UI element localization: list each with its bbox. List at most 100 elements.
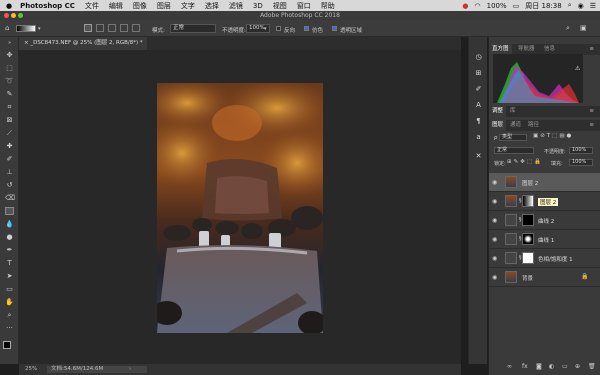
blur-tool-icon[interactable]: 💧	[5, 220, 14, 228]
layer-thumbnail[interactable]	[505, 176, 517, 188]
visibility-eye-icon[interactable]: ◉	[492, 236, 497, 243]
layer-row[interactable]: ◉ 图层 2	[489, 173, 600, 192]
menu-view[interactable]: 视图	[273, 1, 287, 11]
layer-mask-thumbnail[interactable]	[522, 233, 534, 245]
new-layer-icon[interactable]: ⊕	[575, 363, 580, 370]
foreground-color-swatch[interactable]	[3, 341, 11, 349]
curves-adjustment-icon[interactable]	[505, 233, 517, 245]
menu-type[interactable]: 文字	[181, 1, 195, 11]
layer-name[interactable]: 曲线 1	[538, 236, 554, 244]
layer-row[interactable]: ◉ § 色相/饱和度 1	[489, 249, 600, 268]
menu-file[interactable]: 文件	[85, 1, 99, 11]
layer-row[interactable]: ◉ § 曲线 2	[489, 211, 600, 230]
visibility-eye-icon[interactable]: ◉	[492, 179, 497, 186]
dodge-tool-icon[interactable]: ●	[5, 233, 14, 241]
transparency-checkbox[interactable]	[332, 26, 337, 31]
dither-checkbox[interactable]	[304, 26, 309, 31]
layer-row[interactable]: ◉ § 曲线 1	[489, 230, 600, 249]
gradient-tool-icon[interactable]	[5, 207, 14, 215]
home-icon[interactable]: ⌂	[5, 24, 9, 32]
reverse-checkbox[interactable]	[276, 26, 281, 31]
gradient-picker[interactable]	[16, 25, 36, 32]
document-image[interactable]	[157, 83, 323, 333]
notification-icon[interactable]: ☰	[590, 2, 596, 10]
clone-stamp-tool-icon[interactable]: ⊥	[5, 168, 14, 176]
panel-menu-icon[interactable]: ≡	[586, 106, 597, 117]
add-mask-icon[interactable]: ◙	[536, 363, 542, 370]
layer-filter-select[interactable]: 类型	[499, 134, 527, 141]
visibility-eye-icon[interactable]: ◉	[492, 217, 497, 224]
layer-mask-thumbnail[interactable]	[522, 252, 534, 264]
tab-channels[interactable]: 通道	[507, 120, 524, 131]
tab-libraries[interactable]: 库	[507, 106, 519, 117]
apple-icon[interactable]: ●	[6, 2, 12, 10]
layer-row[interactable]: ◉ § 图层 2	[489, 192, 600, 211]
menu-3d[interactable]: 3D	[253, 2, 263, 10]
layer-mask-thumbnail[interactable]	[522, 214, 534, 226]
radial-gradient-icon[interactable]	[96, 24, 104, 32]
diamond-gradient-icon[interactable]	[132, 24, 140, 32]
visibility-eye-icon[interactable]: ◉	[492, 274, 497, 281]
history-panel-icon[interactable]: ◷	[474, 53, 483, 62]
paragraph-panel-icon[interactable]: ¶	[474, 117, 483, 126]
lock-icons[interactable]: ⊞✎✥⬚🔒	[507, 159, 543, 165]
adjustment-layer-icon[interactable]: ◐	[549, 363, 554, 370]
rectangle-tool-icon[interactable]: ▭	[5, 285, 14, 293]
zoom-level[interactable]: 25%	[25, 364, 37, 375]
gradient-dropdown-icon[interactable]: ▾	[38, 26, 41, 32]
layer-thumbnail[interactable]	[505, 195, 517, 207]
hue-saturation-adjustment-icon[interactable]	[505, 252, 517, 264]
layer-opacity-input[interactable]: 100%	[569, 147, 593, 154]
tab-paths[interactable]: 路径	[525, 120, 542, 131]
menu-image[interactable]: 图像	[133, 1, 147, 11]
collapse-tools-icon[interactable]: »	[5, 39, 14, 47]
delete-layer-icon[interactable]: 🗑	[588, 363, 596, 370]
wifi-icon[interactable]: ◠	[475, 2, 481, 10]
pen-tool-icon[interactable]: ✒	[5, 246, 14, 254]
visibility-eye-icon[interactable]: ◉	[492, 255, 497, 262]
crop-tool-icon[interactable]: ⌗	[5, 103, 14, 111]
zoom-window-button[interactable]	[18, 13, 23, 18]
type-tool-icon[interactable]: T	[5, 259, 14, 267]
path-select-tool-icon[interactable]: ➤	[5, 272, 14, 280]
quick-select-tool-icon[interactable]: ✎	[5, 90, 14, 98]
opacity-dropdown-icon[interactable]: ▾	[264, 26, 267, 32]
fill-input[interactable]: 100%	[569, 159, 593, 166]
record-icon[interactable]: ●	[462, 2, 468, 10]
layer-row[interactable]: ◉ 背景 🔒	[489, 268, 600, 287]
curves-adjustment-icon[interactable]	[505, 214, 517, 226]
minimize-window-button[interactable]	[11, 13, 16, 18]
document-info[interactable]: 文档:54.6M/124.6M	[47, 366, 147, 373]
glyphs-panel-icon[interactable]: a	[474, 133, 483, 142]
character-panel-icon[interactable]: A	[474, 101, 483, 110]
tab-layers[interactable]: 图层	[489, 120, 507, 131]
clock[interactable]: 周日 18:38	[525, 1, 561, 11]
close-tab-icon[interactable]: ×	[24, 40, 29, 46]
brush-tool-icon[interactable]: ✐	[5, 155, 14, 163]
healing-brush-tool-icon[interactable]: ✚	[5, 142, 14, 150]
visibility-eye-icon[interactable]: ◉	[492, 198, 497, 205]
app-menu[interactable]: Photoshop CC	[20, 2, 75, 10]
warning-icon[interactable]: ⚠	[575, 65, 580, 72]
status-menu-icon[interactable]: ›	[129, 364, 131, 375]
frame-tool-icon[interactable]: ⊠	[5, 116, 14, 124]
hand-tool-icon[interactable]: ✋	[5, 298, 14, 306]
search-icon[interactable]: ⌕	[566, 24, 570, 33]
panel-menu-icon[interactable]: ≡	[586, 44, 597, 55]
layer-name[interactable]: 背景	[522, 274, 533, 282]
reflected-gradient-icon[interactable]	[120, 24, 128, 32]
canvas-area[interactable]	[19, 50, 461, 364]
linear-gradient-icon[interactable]	[84, 24, 92, 32]
layer-name[interactable]: 色相/饱和度 1	[538, 255, 573, 263]
layer-style-icon[interactable]: fx	[522, 363, 528, 370]
link-layers-icon[interactable]: ∞	[507, 363, 512, 370]
menu-filter[interactable]: 滤镜	[229, 1, 243, 11]
brush-settings-icon[interactable]: ✐	[474, 85, 483, 94]
workspace-icon[interactable]: ▣	[580, 24, 587, 32]
battery-icon[interactable]: ▭	[513, 2, 520, 10]
layer-thumbnail[interactable]	[505, 271, 517, 283]
lasso-tool-icon[interactable]: ➰	[5, 77, 14, 85]
panel-menu-icon[interactable]: ≡	[586, 120, 597, 131]
menu-help[interactable]: 帮助	[321, 1, 335, 11]
angle-gradient-icon[interactable]	[108, 24, 116, 32]
